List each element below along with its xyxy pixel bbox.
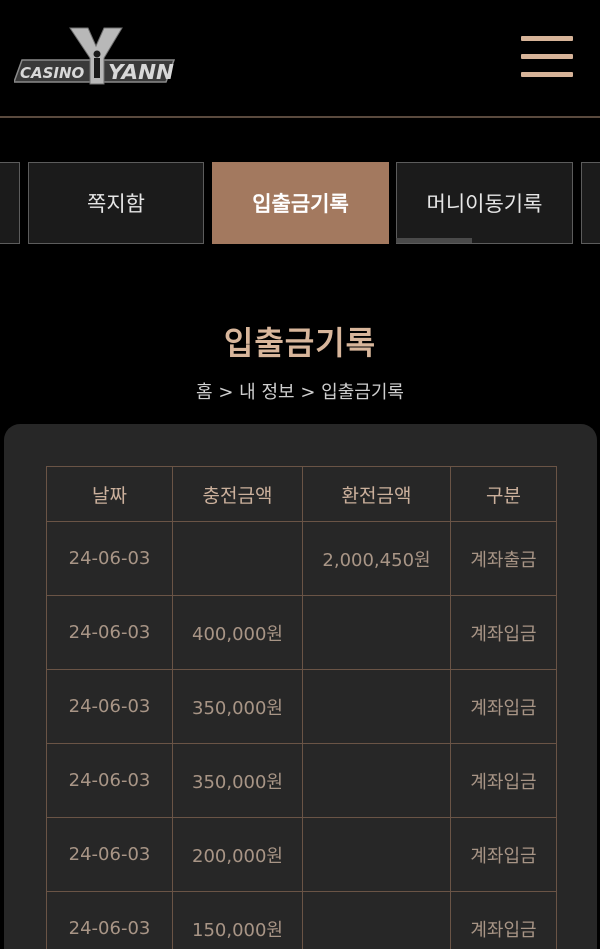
breadcrumb-current: 입출금기록 [321, 382, 404, 403]
table-row: 24-06-03 200,000원 계좌입금 [46, 817, 557, 892]
cell-deposit: 350,000원 [172, 743, 303, 818]
cell-type: 계좌입금 [450, 743, 557, 818]
table-row: 24-06-03 350,000원 계좌입금 [46, 669, 557, 744]
header-date: 날짜 [46, 466, 173, 522]
cell-type: 계좌입금 [450, 891, 557, 949]
cell-deposit [172, 521, 303, 596]
breadcrumb: 홈 > 내 정보 > 입출금기록 [0, 378, 600, 404]
page: CASINO YANN 쪽지함 입출금기록 머니이동기록 입출금기록 홈 > 내… [0, 0, 600, 949]
header-deposit-amount: 충전금액 [172, 466, 303, 522]
logo-text-large: YANN [108, 60, 174, 84]
cell-type: 계좌입금 [450, 669, 557, 744]
cell-withdraw: 2,000,450원 [302, 521, 451, 596]
table-row: 24-06-03 350,000원 계좌입금 [46, 743, 557, 818]
tab-scroll-indicator [396, 238, 472, 243]
cell-date: 24-06-03 [46, 521, 173, 596]
page-title: 입출금기록 [223, 324, 377, 362]
cell-withdraw [302, 743, 451, 818]
tab-money-transfer-history[interactable]: 머니이동기록 [396, 162, 573, 244]
table-row: 24-06-03 150,000원 계좌입금 [46, 891, 557, 949]
cell-withdraw [302, 595, 451, 670]
table-row: 24-06-03 2,000,450원 계좌출금 [46, 521, 557, 596]
cell-deposit: 350,000원 [172, 669, 303, 744]
cell-date: 24-06-03 [46, 669, 173, 744]
cell-type: 계좌출금 [450, 521, 557, 596]
cell-type: 계좌입금 [450, 817, 557, 892]
breadcrumb-separator: > [300, 382, 316, 403]
cell-type: 계좌입금 [450, 595, 557, 670]
casino-yann-logo[interactable]: CASINO YANN [14, 24, 179, 92]
cell-withdraw [302, 669, 451, 744]
cell-deposit: 400,000원 [172, 595, 303, 670]
cell-date: 24-06-03 [46, 891, 173, 949]
menu-bar-middle [521, 54, 573, 59]
tab-previous-partial[interactable] [0, 162, 20, 244]
header-withdraw-amount: 환전금액 [302, 466, 451, 522]
hamburger-menu-icon[interactable] [521, 36, 573, 78]
tab-label: 쪽지함 [87, 192, 145, 216]
tab-deposit-withdraw-history[interactable]: 입출금기록 [212, 162, 389, 244]
records-table: 날짜 충전금액 환전금액 구분 24-06-03 2,000,450원 계좌출금… [46, 466, 557, 949]
table-header-row: 날짜 충전금액 환전금액 구분 [46, 466, 557, 522]
menu-bar-bottom [521, 72, 573, 77]
breadcrumb-my-info[interactable]: 내 정보 [239, 382, 294, 403]
header: CASINO YANN [0, 0, 600, 118]
tab-next-partial[interactable] [581, 162, 600, 244]
breadcrumb-separator: > [218, 382, 234, 403]
header-divider [0, 116, 600, 118]
cell-deposit: 200,000원 [172, 817, 303, 892]
breadcrumb-home[interactable]: 홈 [196, 382, 213, 403]
tab-label: 입출금기록 [252, 192, 349, 216]
table-row: 24-06-03 400,000원 계좌입금 [46, 595, 557, 670]
cell-date: 24-06-03 [46, 743, 173, 818]
tab-bar: 쪽지함 입출금기록 머니이동기록 [0, 162, 600, 246]
tab-messages[interactable]: 쪽지함 [28, 162, 204, 244]
tab-label: 머니이동기록 [426, 192, 543, 216]
cell-deposit: 150,000원 [172, 891, 303, 949]
cell-date: 24-06-03 [46, 817, 173, 892]
menu-bar-top [521, 36, 573, 41]
cell-withdraw [302, 817, 451, 892]
cell-withdraw [302, 891, 451, 949]
cell-date: 24-06-03 [46, 595, 173, 670]
header-type: 구분 [450, 466, 557, 522]
logo-graphic: CASINO YANN [14, 27, 176, 85]
logo-text-small: CASINO [20, 64, 85, 82]
